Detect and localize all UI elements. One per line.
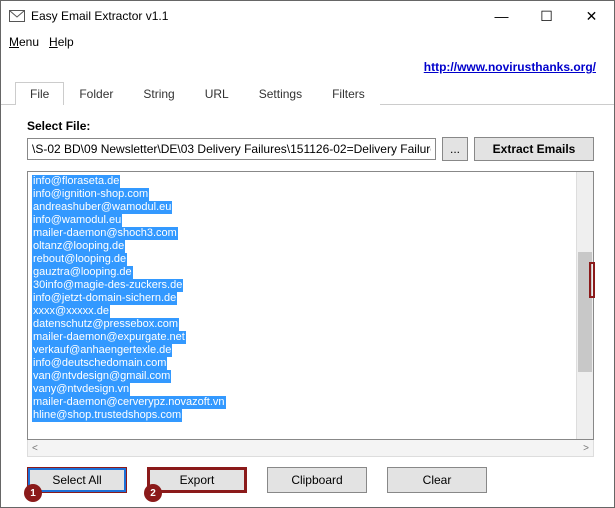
list-item[interactable]: info@wamodul.eu <box>32 214 572 227</box>
menu-item-menu[interactable]: Menu <box>9 35 39 49</box>
link-row: http://www.novirusthanks.org/ <box>1 53 614 81</box>
list-item[interactable]: xxxx@xxxxx.de <box>32 305 572 318</box>
list-item[interactable]: rebout@looping.de <box>32 253 572 266</box>
export-button[interactable]: Export 2 <box>147 467 247 493</box>
vertical-scrollbar[interactable] <box>576 172 593 439</box>
annotation-callout-1: 1 <box>24 484 42 502</box>
tab-folder[interactable]: Folder <box>64 82 128 105</box>
close-button[interactable]: ✕ <box>569 2 614 31</box>
list-item[interactable]: info@floraseta.de <box>32 175 572 188</box>
select-all-button[interactable]: Select All 1 <box>27 467 127 493</box>
horizontal-scrollbar[interactable]: < > <box>27 440 594 457</box>
vendor-link[interactable]: http://www.novirusthanks.org/ <box>424 60 596 74</box>
content-area: Select File: ... Extract Emails info@flo… <box>1 105 614 507</box>
menu-item-help[interactable]: Help <box>49 35 74 49</box>
action-button-row: Select All 1 Export 2 Clipboard Clear <box>27 467 594 493</box>
list-item[interactable]: info@deutschedomain.com <box>32 357 572 370</box>
list-item[interactable]: mailer-daemon@expurgate.net <box>32 331 572 344</box>
maximize-button[interactable]: ☐ <box>524 2 569 31</box>
scroll-right-icon[interactable]: > <box>583 443 589 454</box>
annotation-scroll-marker <box>589 262 595 298</box>
list-item[interactable]: info@jetzt-domain-sichern.de <box>32 292 572 305</box>
envelope-icon <box>9 9 25 23</box>
export-label: Export <box>180 473 215 487</box>
extract-emails-button[interactable]: Extract Emails <box>474 137 594 161</box>
tab-file[interactable]: File <box>15 82 64 105</box>
tab-string[interactable]: String <box>128 82 189 105</box>
clear-button[interactable]: Clear <box>387 467 487 493</box>
list-item[interactable]: oltanz@looping.de <box>32 240 572 253</box>
annotation-callout-2: 2 <box>144 484 162 502</box>
list-item[interactable]: hline@shop.trustedshops.com <box>32 409 572 422</box>
tabstrip: File Folder String URL Settings Filters <box>1 81 614 105</box>
list-item[interactable]: andreashuber@wamodul.eu <box>32 201 572 214</box>
titlebar: Easy Email Extractor v1.1 — ☐ ✕ <box>1 1 614 31</box>
list-item[interactable]: gauztra@looping.de <box>32 266 572 279</box>
list-item[interactable]: van@ntvdesign@gmail.com <box>32 370 572 383</box>
list-item[interactable]: 30info@magie-des-zuckers.de <box>32 279 572 292</box>
window-title: Easy Email Extractor v1.1 <box>31 9 168 23</box>
tab-settings[interactable]: Settings <box>244 82 317 105</box>
menubar: Menu Help <box>1 31 614 53</box>
select-file-label: Select File: <box>27 119 594 133</box>
browse-button[interactable]: ... <box>442 137 468 161</box>
list-item[interactable]: mailer-daemon@cerverypz.novazoft.vn <box>32 396 572 409</box>
list-item[interactable]: verkauf@anhaengertexle.de <box>32 344 572 357</box>
list-item[interactable]: vany@ntvdesign.vn <box>32 383 572 396</box>
minimize-button[interactable]: — <box>479 2 524 31</box>
file-path-input[interactable] <box>27 138 436 160</box>
app-window: Easy Email Extractor v1.1 — ☐ ✕ Menu Hel… <box>0 0 615 508</box>
list-item[interactable]: mailer-daemon@shoch3.com <box>32 227 572 240</box>
scroll-left-icon[interactable]: < <box>32 443 38 454</box>
list-item[interactable]: info@ignition-shop.com <box>32 188 572 201</box>
results-listbox[interactable]: info@floraseta.deinfo@ignition-shop.coma… <box>27 171 594 440</box>
clipboard-button[interactable]: Clipboard <box>267 467 367 493</box>
select-all-label: Select All <box>52 473 101 487</box>
file-row: ... Extract Emails <box>27 137 594 161</box>
list-item[interactable]: datenschutz@pressebox.com <box>32 318 572 331</box>
tab-filters[interactable]: Filters <box>317 82 380 105</box>
tab-url[interactable]: URL <box>190 82 244 105</box>
